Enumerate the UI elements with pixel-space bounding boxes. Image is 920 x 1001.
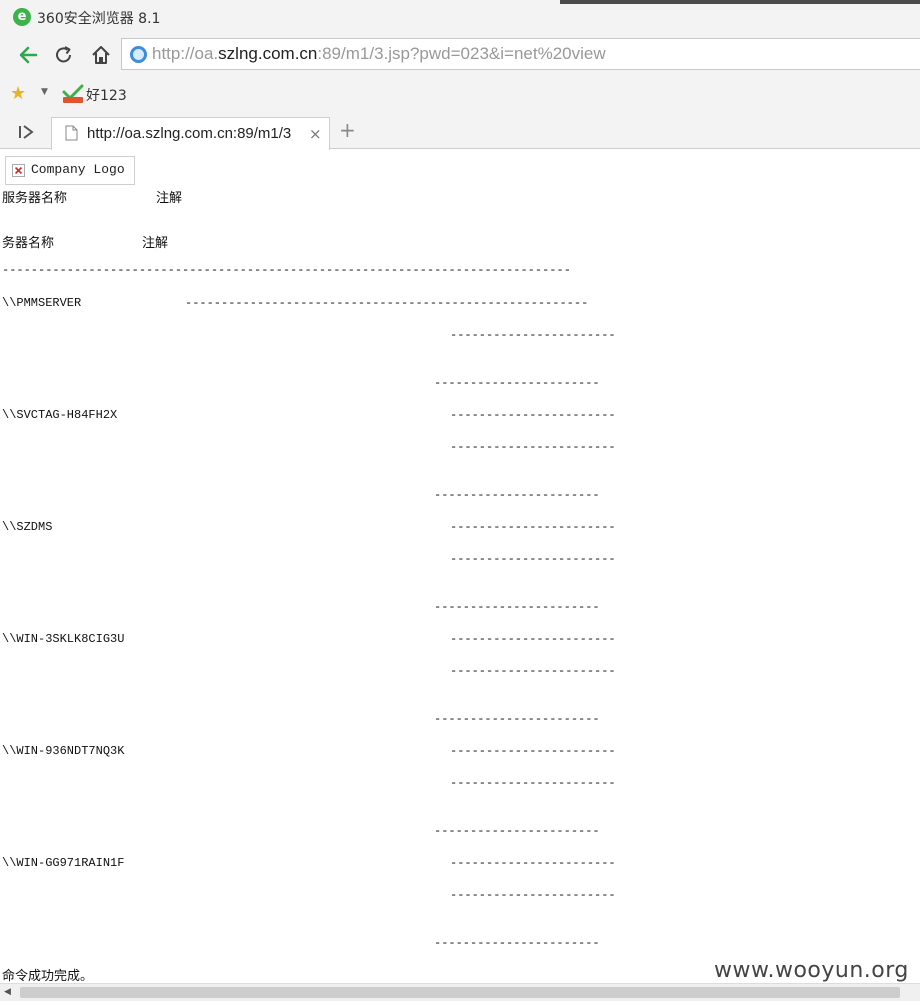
dash-line: ----------------------- [450,408,616,422]
tab-title: http://oa.szlng.com.cn:89/m1/3.jsp?pwd=0… [87,125,292,142]
dash-line: ----------------------- [450,632,616,646]
dash-line: ----------------------- [434,936,600,950]
browser-logo-icon: e [13,8,31,26]
tab-bar: http://oa.szlng.com.cn:89/m1/3.jsp?pwd=0… [0,114,920,150]
dash-line: ----------------------- [450,440,616,454]
favorites-bar: ★ ▼ 好123 [0,74,920,114]
separator-line: ----------------------------------------… [2,263,571,277]
header1-comment: 注解 [156,191,183,206]
server-name: \\PMMSERVER [2,296,82,310]
address-bar[interactable]: http://oa.szlng.com.cn:89/m1/3.jsp?pwd=0… [121,38,920,70]
add-favorite-star-icon[interactable]: ★ [10,83,26,104]
url-path: :89/m1/3.jsp?pwd=023&i=net%20view [317,44,606,63]
dash-line: ----------------------- [434,712,600,726]
dash-line: ----------------------- [450,664,616,678]
navigation-bar: http://oa.szlng.com.cn:89/m1/3.jsp?pwd=0… [0,34,920,74]
favorite-item-hao123[interactable]: 好123 [86,85,127,105]
reload-icon[interactable] [51,42,77,68]
tab-active[interactable]: http://oa.szlng.com.cn:89/m1/3.jsp?pwd=0… [51,117,330,150]
dash-line: ----------------------- [450,776,616,790]
dash-line: ----------------------- [434,376,600,390]
dash-line: ----------------------------------------… [185,296,589,310]
dash-line: ----------------------- [434,824,600,838]
scrollbar-thumb[interactable] [20,987,900,998]
window-title: 360安全浏览器 8.1 [37,11,161,27]
horizontal-scrollbar[interactable]: ◀ [0,983,920,1001]
header2-comment: 注解 [142,236,169,251]
dash-line: ----------------------- [450,744,616,758]
dash-line: ----------------------- [434,488,600,502]
server-name: \\WIN-3SKLK8CIG3U [2,632,125,646]
server-name: \\SZDMS [2,520,53,534]
server-name: \\WIN-GG971RAIN1F [2,856,125,870]
command-complete-message: 命令成功完成。 [2,969,94,983]
window-top-edge [560,0,920,4]
header1-server-name: 服务器名称 [2,191,68,206]
address-text[interactable]: http://oa.szlng.com.cn:89/m1/3.jsp?pwd=0… [152,44,606,64]
dash-line: ----------------------- [450,328,616,342]
server-name: \\WIN-936NDT7NQ3K [2,744,125,758]
server-name: \\SVCTAG-H84FH2X [2,408,118,422]
header2-server-name: 务器名称 [2,236,55,251]
title-bar: e 360安全浏览器 8.1 [0,0,920,34]
logo-alt-text: Company Logo [31,162,125,177]
chevron-down-icon[interactable]: ▼ [41,87,48,97]
site-identity-icon [130,46,147,63]
company-logo-image: Company Logo [5,156,135,185]
close-icon[interactable]: × [309,125,322,143]
dash-line: ----------------------- [434,600,600,614]
sidebar-toggle-icon[interactable] [17,124,35,140]
page-icon [65,125,78,141]
new-tab-button[interactable]: + [339,118,356,142]
url-host: szlng.com.cn [218,44,318,63]
scroll-left-arrow-icon[interactable]: ◀ [4,987,11,997]
dash-line: ----------------------- [450,888,616,902]
dash-line: ----------------------- [450,552,616,566]
dash-line: ----------------------- [450,520,616,534]
home-icon[interactable] [88,42,114,68]
broken-image-icon [12,164,25,177]
dash-line: ----------------------- [450,856,616,870]
watermark: www.wooyun.org [714,958,909,983]
url-prefix: http://oa. [152,44,219,63]
back-arrow-icon[interactable] [15,42,41,68]
hao123-icon[interactable] [62,84,84,104]
page-content: Company Logo 服务器名称 注解 务器名称 注解 ----------… [0,150,920,983]
